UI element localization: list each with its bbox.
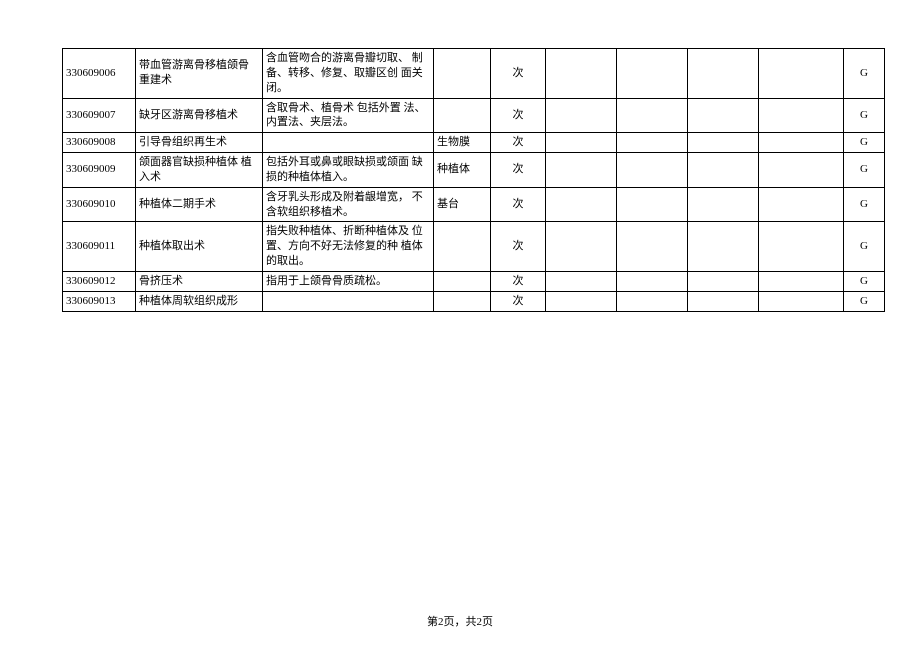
desc-cell: 含血管吻合的游离骨瓣切取、 制备、转移、修复、取瓣区创 面关闭。: [263, 49, 434, 99]
table-row: 330609007缺牙区游离骨移植术含取骨术、植骨术 包括外置 法、内置法、夹层…: [63, 98, 885, 133]
blank-cell: [546, 187, 617, 222]
unit-cell: 次: [491, 222, 546, 272]
blank-cell: [546, 133, 617, 153]
blank-cell: [617, 271, 688, 291]
name-cell: 种植体取出术: [136, 222, 263, 272]
name-cell: 种植体二期手术: [136, 187, 263, 222]
price-table: 330609006带血管游离骨移植颌骨重建术含血管吻合的游离骨瓣切取、 制备、转…: [62, 48, 885, 312]
blank-cell: [617, 291, 688, 311]
unit-cell: 次: [491, 271, 546, 291]
desc-cell: [263, 291, 434, 311]
code-cell: 330609009: [63, 153, 136, 188]
blank-cell: [688, 49, 759, 99]
table-row: 330609009颌面器官缺损种植体 植入术包括外耳或鼻或眼缺损或颌面 缺损的种…: [63, 153, 885, 188]
blank-cell: [759, 271, 844, 291]
code-cell: 330609013: [63, 291, 136, 311]
desc-cell: 包括外耳或鼻或眼缺损或颌面 缺损的种植体植入。: [263, 153, 434, 188]
note-cell: [434, 291, 491, 311]
name-cell: 颌面器官缺损种植体 植入术: [136, 153, 263, 188]
unit-cell: 次: [491, 133, 546, 153]
note-cell: [434, 49, 491, 99]
desc-cell: 含牙乳头形成及附着龈增宽， 不含软组织移植术。: [263, 187, 434, 222]
grade-cell: G: [844, 222, 885, 272]
unit-cell: 次: [491, 153, 546, 188]
desc-cell: 指用于上颌骨骨质疏松。: [263, 271, 434, 291]
blank-cell: [759, 187, 844, 222]
note-cell: [434, 271, 491, 291]
blank-cell: [759, 222, 844, 272]
blank-cell: [759, 153, 844, 188]
code-cell: 330609012: [63, 271, 136, 291]
blank-cell: [759, 291, 844, 311]
name-cell: 带血管游离骨移植颌骨重建术: [136, 49, 263, 99]
code-cell: 330609011: [63, 222, 136, 272]
blank-cell: [617, 187, 688, 222]
blank-cell: [546, 153, 617, 188]
code-cell: 330609006: [63, 49, 136, 99]
blank-cell: [688, 98, 759, 133]
grade-cell: G: [844, 271, 885, 291]
unit-cell: 次: [491, 49, 546, 99]
note-cell: 种植体: [434, 153, 491, 188]
desc-cell: 指失败种植体、折断种植体及 位置、方向不好无法修复的种 植体的取出。: [263, 222, 434, 272]
blank-cell: [617, 222, 688, 272]
blank-cell: [546, 291, 617, 311]
blank-cell: [759, 98, 844, 133]
note-cell: 生物膜: [434, 133, 491, 153]
code-cell: 330609007: [63, 98, 136, 133]
blank-cell: [617, 49, 688, 99]
grade-cell: G: [844, 133, 885, 153]
grade-cell: G: [844, 187, 885, 222]
desc-cell: 含取骨术、植骨术 包括外置 法、内置法、夹层法。: [263, 98, 434, 133]
unit-cell: 次: [491, 98, 546, 133]
table-row: 330609006带血管游离骨移植颌骨重建术含血管吻合的游离骨瓣切取、 制备、转…: [63, 49, 885, 99]
table-row: 330609012骨挤压术指用于上颌骨骨质疏松。 次 G: [63, 271, 885, 291]
grade-cell: G: [844, 98, 885, 133]
blank-cell: [546, 271, 617, 291]
blank-cell: [759, 133, 844, 153]
blank-cell: [688, 222, 759, 272]
grade-cell: G: [844, 49, 885, 99]
note-cell: 基台: [434, 187, 491, 222]
code-cell: 330609008: [63, 133, 136, 153]
name-cell: 骨挤压术: [136, 271, 263, 291]
blank-cell: [688, 133, 759, 153]
table-row: 330609011种植体取出术指失败种植体、折断种植体及 位置、方向不好无法修复…: [63, 222, 885, 272]
blank-cell: [688, 187, 759, 222]
blank-cell: [688, 271, 759, 291]
name-cell: 缺牙区游离骨移植术: [136, 98, 263, 133]
grade-cell: G: [844, 153, 885, 188]
blank-cell: [546, 222, 617, 272]
page-footer: 第2页，共2页: [0, 613, 920, 629]
blank-cell: [688, 291, 759, 311]
blank-cell: [617, 98, 688, 133]
blank-cell: [617, 153, 688, 188]
table-row: 330609008引导骨组织再生术 生物膜次 G: [63, 133, 885, 153]
unit-cell: 次: [491, 291, 546, 311]
blank-cell: [688, 153, 759, 188]
blank-cell: [759, 49, 844, 99]
note-cell: [434, 98, 491, 133]
blank-cell: [546, 49, 617, 99]
name-cell: 引导骨组织再生术: [136, 133, 263, 153]
blank-cell: [546, 98, 617, 133]
unit-cell: 次: [491, 187, 546, 222]
code-cell: 330609010: [63, 187, 136, 222]
note-cell: [434, 222, 491, 272]
table-row: 330609013种植体周软组织成形 次 G: [63, 291, 885, 311]
desc-cell: [263, 133, 434, 153]
table-row: 330609010种植体二期手术含牙乳头形成及附着龈增宽， 不含软组织移植术。基…: [63, 187, 885, 222]
grade-cell: G: [844, 291, 885, 311]
blank-cell: [617, 133, 688, 153]
name-cell: 种植体周软组织成形: [136, 291, 263, 311]
